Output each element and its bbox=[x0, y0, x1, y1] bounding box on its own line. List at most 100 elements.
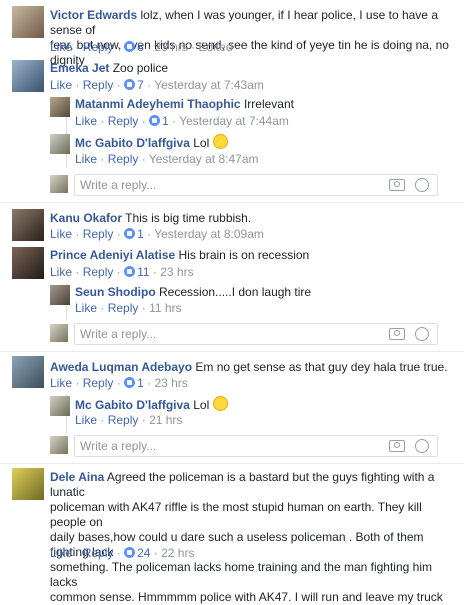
comment-actions: Like · Reply · 24 · 22 hrs bbox=[50, 546, 195, 560]
emoji-icon[interactable] bbox=[415, 327, 429, 341]
avatar[interactable] bbox=[12, 356, 44, 388]
timestamp[interactable]: 22 hrs bbox=[161, 546, 194, 560]
reply-text: Matanmi Adeyhemi Thaophic Irrelevant bbox=[75, 97, 294, 111]
avatar[interactable] bbox=[50, 396, 70, 416]
reply-input[interactable]: Write a reply... bbox=[74, 435, 438, 457]
commenter-name[interactable]: Seun Shodipo bbox=[75, 285, 156, 299]
reply-link[interactable]: Reply bbox=[83, 546, 114, 560]
laughing-emoji-icon bbox=[212, 134, 228, 149]
comment-text: Prince Adeniyi Alatise His brain is on r… bbox=[50, 248, 310, 262]
commenter-name[interactable]: Mc Gabito D'laffgiva bbox=[75, 398, 190, 412]
my-avatar bbox=[50, 324, 68, 342]
reply-link[interactable]: Reply bbox=[108, 152, 139, 166]
reply-actions: Like · Reply · Yesterday at 8:47am bbox=[75, 152, 259, 166]
timestamp[interactable]: 23 hrs bbox=[154, 376, 187, 390]
avatar[interactable] bbox=[50, 134, 70, 154]
divider bbox=[0, 202, 464, 203]
like-count[interactable]: 1 bbox=[162, 114, 169, 128]
like-icon bbox=[124, 377, 136, 388]
timestamp[interactable]: Yesterday at 8:47am bbox=[149, 152, 259, 166]
edited-label[interactable]: Edited bbox=[199, 40, 233, 54]
like-link[interactable]: Like bbox=[75, 413, 97, 427]
avatar[interactable] bbox=[12, 6, 44, 38]
camera-icon[interactable] bbox=[389, 440, 405, 452]
reply-link[interactable]: Reply bbox=[83, 227, 114, 241]
commenter-name[interactable]: Victor Edwards bbox=[50, 8, 137, 22]
reply-actions: Like · Reply · 21 hrs bbox=[75, 413, 183, 427]
divider bbox=[0, 351, 464, 352]
timestamp[interactable]: Yesterday at 8:09am bbox=[154, 227, 264, 241]
comment-actions: Like · Reply · 1 · 23 hrs bbox=[50, 376, 188, 390]
reply-text: Seun Shodipo Recession.....I don laugh t… bbox=[75, 285, 312, 299]
timestamp[interactable]: Yesterday at 7:44am bbox=[179, 114, 289, 128]
commenter-name[interactable]: Aweda Luqman Adebayo bbox=[50, 360, 192, 374]
avatar[interactable] bbox=[12, 209, 44, 241]
like-icon bbox=[124, 41, 136, 52]
timestamp[interactable]: 23 hrs bbox=[154, 40, 187, 54]
comment-text: Dele Aina Agreed the policeman is a bast… bbox=[50, 470, 443, 604]
like-count[interactable]: 24 bbox=[137, 546, 150, 560]
reply-link[interactable]: Reply bbox=[83, 78, 114, 92]
timestamp[interactable]: 23 hrs bbox=[160, 265, 193, 279]
like-link[interactable]: Like bbox=[50, 265, 72, 279]
emoji-icon[interactable] bbox=[415, 439, 429, 453]
reply-link[interactable]: Reply bbox=[83, 40, 114, 54]
like-count[interactable]: 11 bbox=[137, 265, 149, 279]
avatar[interactable] bbox=[12, 60, 44, 92]
reply-link[interactable]: Reply bbox=[108, 301, 139, 315]
like-count[interactable]: 1 bbox=[137, 227, 144, 241]
avatar[interactable] bbox=[50, 285, 70, 305]
like-link[interactable]: Like bbox=[50, 376, 72, 390]
timestamp[interactable]: 21 hrs bbox=[149, 413, 182, 427]
like-count[interactable]: 8 bbox=[137, 40, 144, 54]
comment-text: Aweda Luqman Adebayo Em no get sense as … bbox=[50, 360, 448, 374]
like-icon bbox=[124, 266, 136, 277]
comment-actions: Like · Reply · 7 · Yesterday at 7:43am bbox=[50, 78, 264, 92]
like-count[interactable]: 7 bbox=[137, 78, 144, 92]
commenter-name[interactable]: Matanmi Adeyhemi Thaophic bbox=[75, 97, 241, 111]
timestamp[interactable]: 11 hrs bbox=[149, 301, 181, 315]
like-icon bbox=[149, 115, 161, 126]
comment-text: Victor Edwards lolz, when I was younger,… bbox=[50, 8, 449, 67]
my-avatar bbox=[50, 175, 68, 193]
like-link[interactable]: Like bbox=[50, 78, 72, 92]
commenter-name[interactable]: Kanu Okafor bbox=[50, 211, 122, 225]
reply-link[interactable]: Reply bbox=[83, 376, 114, 390]
emoji-icon[interactable] bbox=[415, 178, 429, 192]
timestamp[interactable]: Yesterday at 7:43am bbox=[154, 78, 264, 92]
like-link[interactable]: Like bbox=[75, 114, 97, 128]
divider bbox=[0, 463, 464, 464]
camera-icon[interactable] bbox=[389, 328, 405, 340]
like-link[interactable]: Like bbox=[50, 546, 72, 560]
my-avatar bbox=[50, 436, 68, 454]
reply-link[interactable]: Reply bbox=[108, 413, 139, 427]
reply-input[interactable]: Write a reply... bbox=[74, 323, 438, 345]
camera-icon[interactable] bbox=[389, 179, 405, 191]
commenter-name[interactable]: Dele Aina bbox=[50, 470, 104, 484]
commenter-name[interactable]: Emeka Jet bbox=[50, 61, 109, 75]
reply-text: Mc Gabito D'laffgiva Lol bbox=[75, 134, 228, 151]
like-icon bbox=[124, 79, 136, 90]
laughing-emoji-icon bbox=[212, 396, 228, 411]
reply-input[interactable]: Write a reply... bbox=[74, 174, 438, 196]
reply-actions: Like · Reply · 1 · Yesterday at 7:44am bbox=[75, 114, 289, 128]
reply-text: Mc Gabito D'laffgiva Lol bbox=[75, 396, 228, 413]
avatar[interactable] bbox=[12, 247, 44, 279]
comment-actions: Like · Reply · 11 · 23 hrs bbox=[50, 265, 194, 279]
commenter-name[interactable]: Mc Gabito D'laffgiva bbox=[75, 136, 190, 150]
reply-link[interactable]: Reply bbox=[108, 114, 139, 128]
like-link[interactable]: Like bbox=[50, 227, 72, 241]
like-icon bbox=[124, 228, 136, 239]
like-icon bbox=[124, 547, 136, 558]
reply-link[interactable]: Reply bbox=[83, 265, 114, 279]
like-link[interactable]: Like bbox=[75, 301, 97, 315]
like-link[interactable]: Like bbox=[75, 152, 97, 166]
commenter-name[interactable]: Prince Adeniyi Alatise bbox=[50, 248, 175, 262]
comment-actions: Like · Reply · 1 · Yesterday at 8:09am bbox=[50, 227, 264, 241]
avatar[interactable] bbox=[50, 97, 70, 117]
like-count[interactable]: 1 bbox=[137, 376, 144, 390]
reply-actions: Like · Reply · 11 hrs bbox=[75, 301, 182, 315]
avatar[interactable] bbox=[12, 468, 44, 500]
like-link[interactable]: Like bbox=[50, 40, 72, 54]
comment-actions: Like · Reply · 8 · 23 hrs · Edited bbox=[50, 40, 233, 54]
